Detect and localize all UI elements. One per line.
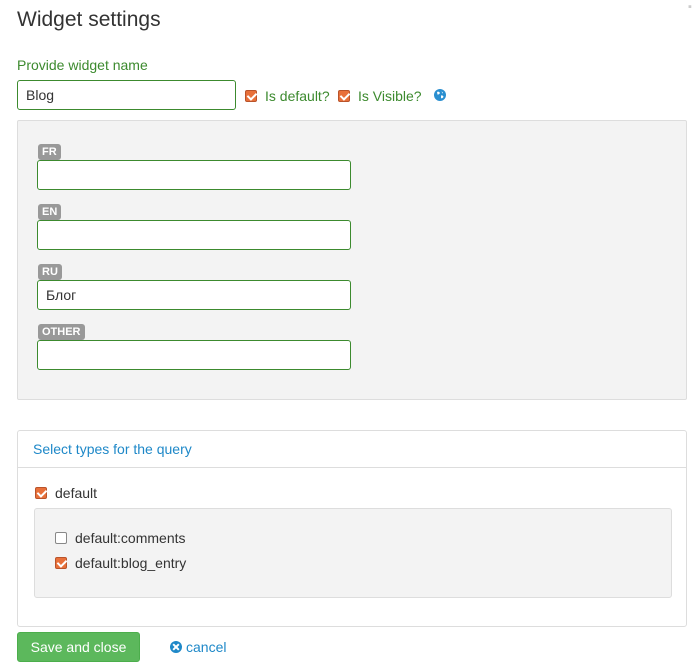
globe-icon[interactable] [434, 89, 446, 101]
widget-name-label: Provide widget name [17, 57, 148, 73]
is-visible-label: Is Visible? [358, 88, 422, 104]
lang-badge-ru: RU [38, 264, 62, 280]
is-visible-checkbox-row[interactable]: Is Visible? [338, 88, 422, 104]
dialog-title: Widget settings [17, 8, 161, 31]
is-default-checkbox[interactable] [245, 90, 257, 102]
lang-badge-fr: FR [38, 144, 61, 160]
lang-input-other[interactable] [37, 340, 351, 370]
cancel-circle-icon [170, 641, 182, 653]
corner-close-icon[interactable]: ▪ [683, 0, 697, 14]
subtype-blog-entry-label: default:blog_entry [75, 555, 187, 571]
is-visible-checkbox[interactable] [338, 90, 350, 102]
widget-name-input[interactable] [17, 80, 236, 110]
lang-badge-en: EN [38, 204, 62, 220]
query-types-panel: Select types for the query default defau… [17, 430, 687, 627]
is-default-label: Is default? [265, 88, 330, 104]
type-default-label: default [55, 485, 98, 501]
subtype-blog-entry-checkbox[interactable] [55, 557, 67, 569]
cancel-label: cancel [186, 639, 227, 655]
translations-panel: FR EN RU OTHER [17, 120, 687, 400]
cancel-link[interactable]: cancel [170, 639, 226, 655]
query-panel-title: Select types for the query [33, 441, 192, 457]
lang-input-fr[interactable] [37, 160, 351, 190]
lang-input-ru[interactable] [37, 280, 351, 310]
is-default-checkbox-row[interactable]: Is default? [245, 88, 330, 104]
subtype-comments-label: default:comments [75, 530, 186, 546]
subtype-blog-entry-row[interactable]: default:blog_entry [55, 555, 186, 571]
lang-badge-other: OTHER [38, 324, 85, 340]
subtype-comments-checkbox[interactable] [55, 532, 67, 544]
save-and-close-button[interactable]: Save and close [17, 632, 140, 662]
subtypes-well: default:comments default:blog_entry [34, 508, 672, 598]
type-default-row[interactable]: default [35, 485, 97, 501]
lang-input-en[interactable] [37, 220, 351, 250]
subtype-comments-row[interactable]: default:comments [55, 530, 186, 546]
query-panel-heading: Select types for the query [18, 431, 686, 468]
type-default-checkbox[interactable] [35, 487, 47, 499]
